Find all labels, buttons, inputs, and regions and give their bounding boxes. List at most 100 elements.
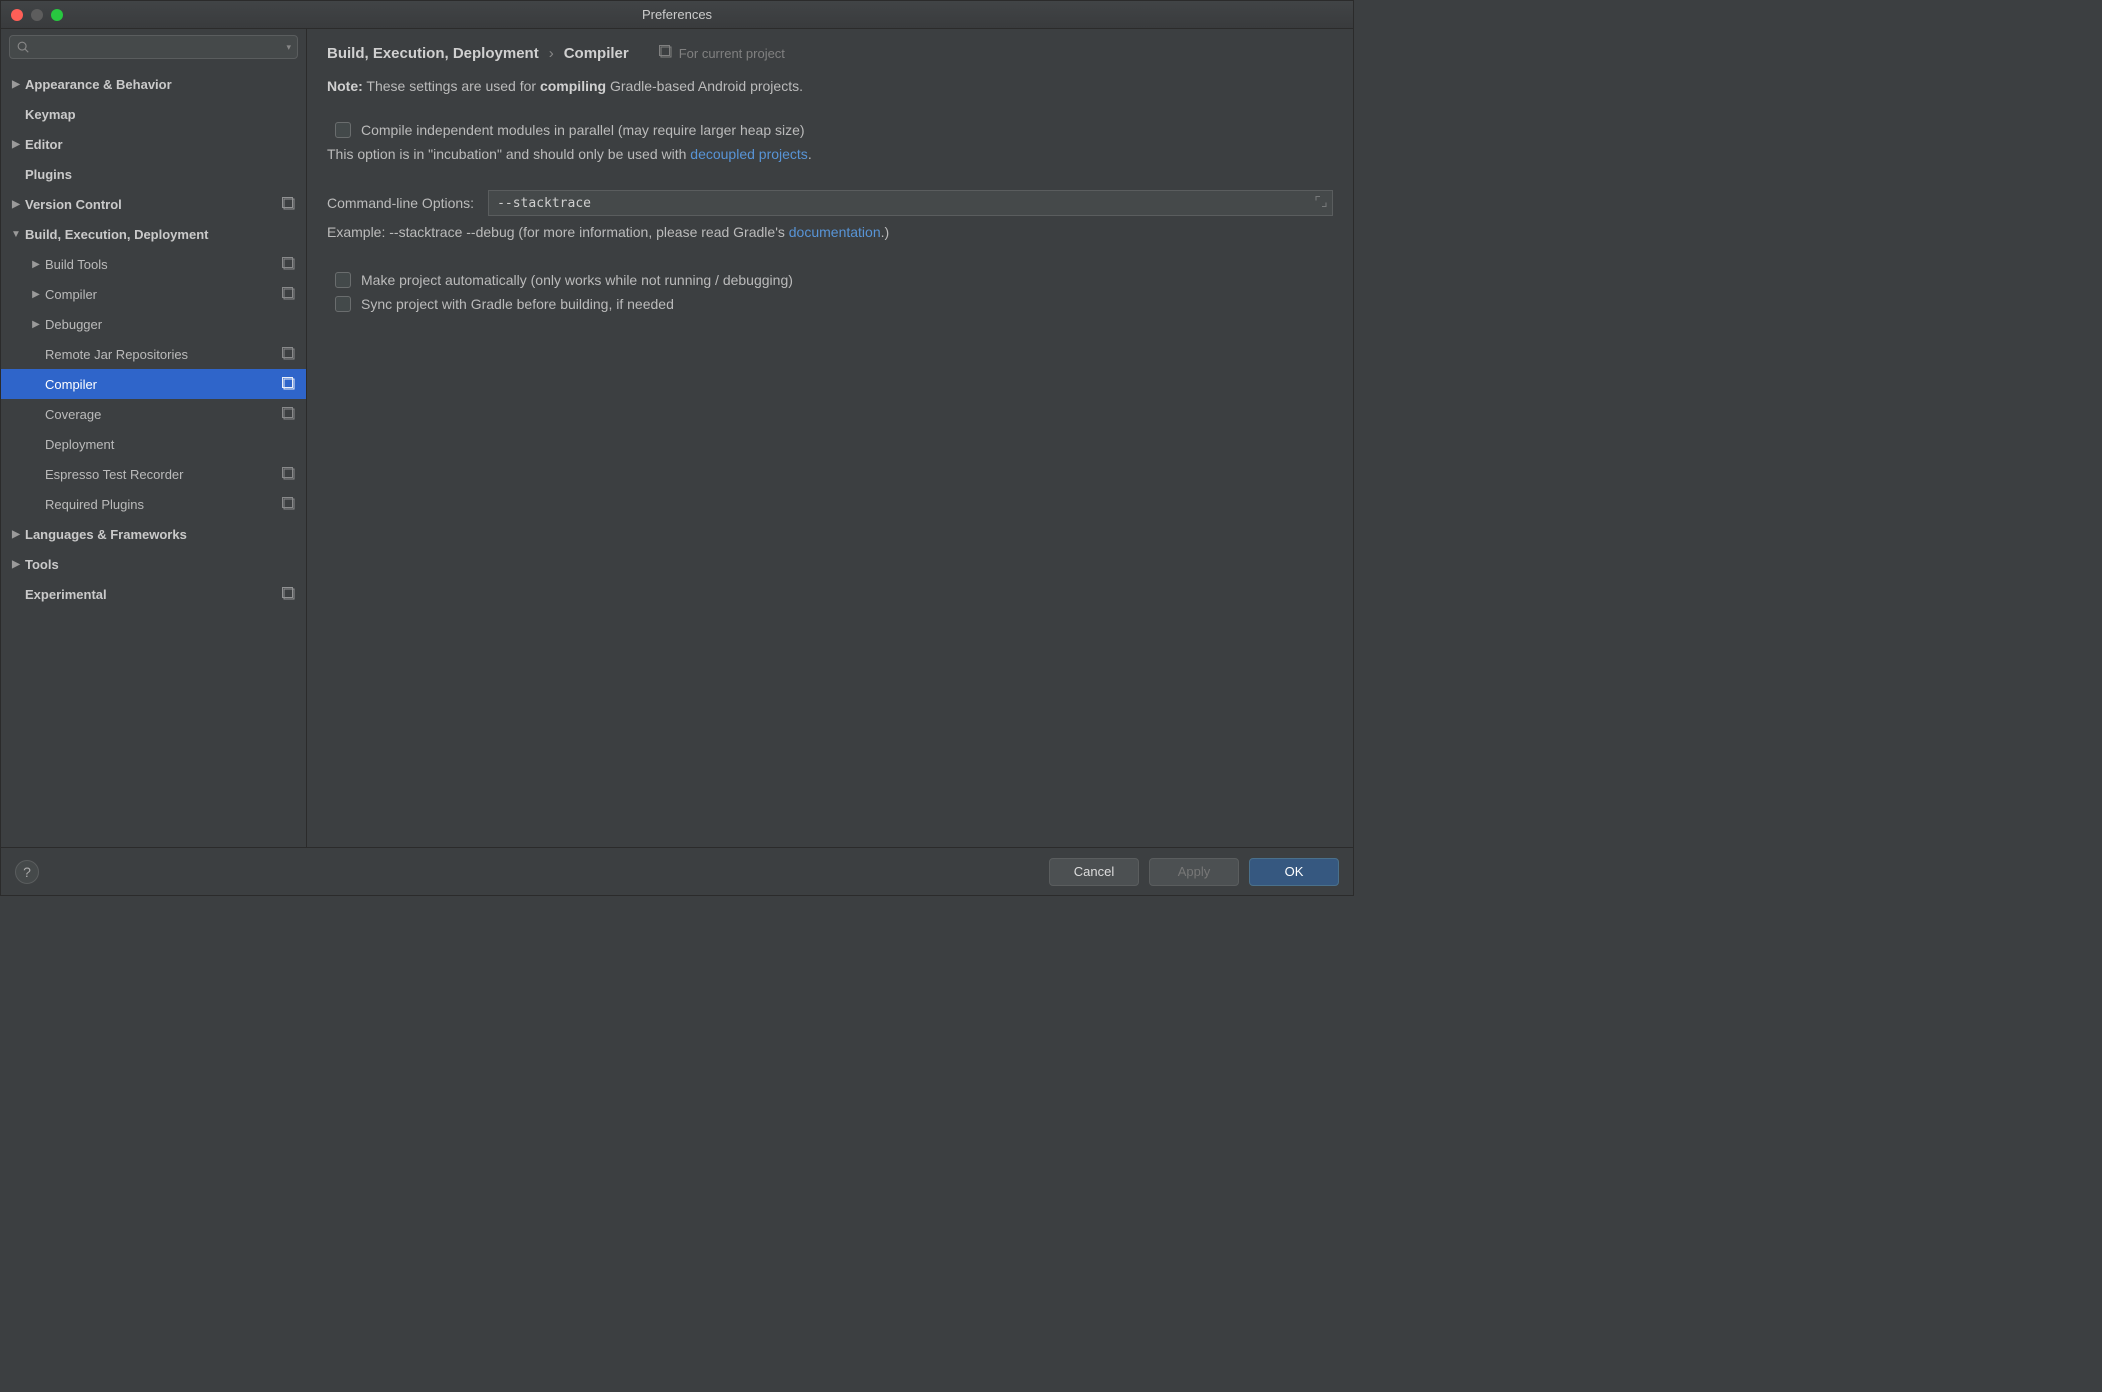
tree-arrow-icon: ▶ bbox=[7, 559, 25, 570]
sync-gradle-label: Sync project with Gradle before building… bbox=[361, 296, 674, 312]
breadcrumb: Build, Execution, Deployment › Compiler bbox=[327, 45, 629, 62]
project-scope-icon bbox=[282, 467, 296, 481]
make-auto-row[interactable]: Make project automatically (only works w… bbox=[327, 268, 1333, 292]
cancel-button[interactable]: Cancel bbox=[1049, 858, 1139, 886]
tree-item-label: Build Tools bbox=[45, 257, 282, 272]
tree-item-label: Compiler bbox=[45, 377, 282, 392]
note-label: Note: bbox=[327, 78, 363, 94]
apply-button[interactable]: Apply bbox=[1149, 858, 1239, 886]
tree-item-label: Plugins bbox=[25, 167, 296, 182]
tree-item-label: Experimental bbox=[25, 587, 282, 602]
tree-item[interactable]: Keymap bbox=[1, 99, 306, 129]
project-scope-icon bbox=[282, 287, 296, 301]
tree-item[interactable]: Experimental bbox=[1, 579, 306, 609]
tree-item[interactable]: ▶Debugger bbox=[1, 309, 306, 339]
parallel-compile-label: Compile independent modules in parallel … bbox=[361, 122, 805, 138]
breadcrumb-current: Compiler bbox=[564, 45, 629, 62]
main-panel: Build, Execution, Deployment › Compiler … bbox=[307, 29, 1353, 847]
minimize-window-button[interactable] bbox=[31, 9, 43, 21]
breadcrumb-parent: Build, Execution, Deployment bbox=[327, 45, 539, 62]
tree-item[interactable]: ▼Build, Execution, Deployment bbox=[1, 219, 306, 249]
tree-item-label: Tools bbox=[25, 557, 296, 572]
project-scope-icon bbox=[282, 587, 296, 601]
search-wrap: ▾ bbox=[1, 29, 306, 65]
tree-arrow-icon: ▶ bbox=[27, 259, 45, 270]
tree-item-label: Appearance & Behavior bbox=[25, 77, 296, 92]
window-body: ▾ ▶Appearance & BehaviorKeymap▶EditorPlu… bbox=[1, 29, 1353, 847]
breadcrumb-separator: › bbox=[549, 45, 554, 62]
sidebar: ▾ ▶Appearance & BehaviorKeymap▶EditorPlu… bbox=[1, 29, 307, 847]
cmd-options-input-wrap bbox=[488, 190, 1333, 216]
titlebar: Preferences bbox=[1, 1, 1353, 29]
close-window-button[interactable] bbox=[11, 9, 23, 21]
tree-item[interactable]: Coverage bbox=[1, 399, 306, 429]
incubation-note: This option is in "incubation" and shoul… bbox=[327, 142, 1333, 162]
cmd-options-row: Command-line Options: bbox=[327, 190, 1333, 216]
search-input[interactable] bbox=[34, 40, 282, 54]
help-button[interactable]: ? bbox=[15, 860, 39, 884]
tree-item[interactable]: ▶Languages & Frameworks bbox=[1, 519, 306, 549]
make-auto-label: Make project automatically (only works w… bbox=[361, 272, 793, 288]
tree-item-label: Compiler bbox=[45, 287, 282, 302]
documentation-link[interactable]: documentation bbox=[789, 224, 881, 240]
tree-item[interactable]: ▶Compiler bbox=[1, 279, 306, 309]
project-scope-icon bbox=[282, 497, 296, 511]
window-title: Preferences bbox=[1, 7, 1353, 22]
search-box[interactable]: ▾ bbox=[9, 35, 298, 59]
tree-item-label: Required Plugins bbox=[45, 497, 282, 512]
example-suffix: .) bbox=[881, 224, 890, 240]
tree-item-label: Debugger bbox=[45, 317, 296, 332]
tree-item[interactable]: ▶Tools bbox=[1, 549, 306, 579]
tree-item[interactable]: ▶Appearance & Behavior bbox=[1, 69, 306, 99]
tree-item-label: Build, Execution, Deployment bbox=[25, 227, 296, 242]
tree-item[interactable]: ▶Build Tools bbox=[1, 249, 306, 279]
tree-item-label: Deployment bbox=[45, 437, 296, 452]
project-scope-icon bbox=[282, 257, 296, 271]
tree-item[interactable]: ▶Version Control bbox=[1, 189, 306, 219]
parallel-compile-checkbox[interactable] bbox=[335, 122, 351, 138]
tree-item[interactable]: ▶Editor bbox=[1, 129, 306, 159]
tree-arrow-icon: ▶ bbox=[7, 79, 25, 90]
tree-arrow-icon: ▶ bbox=[7, 529, 25, 540]
tree-arrow-icon: ▼ bbox=[7, 229, 25, 240]
tree-item[interactable]: Required Plugins bbox=[1, 489, 306, 519]
tree-arrow-icon: ▶ bbox=[27, 319, 45, 330]
sync-gradle-row[interactable]: Sync project with Gradle before building… bbox=[327, 292, 1333, 316]
maximize-window-button[interactable] bbox=[51, 9, 63, 21]
decoupled-projects-link[interactable]: decoupled projects bbox=[690, 146, 808, 162]
tree-item-label: Remote Jar Repositories bbox=[45, 347, 282, 362]
tree-item-label: Keymap bbox=[25, 107, 296, 122]
tree-item[interactable]: Remote Jar Repositories bbox=[1, 339, 306, 369]
note-line: Note: These settings are used for compil… bbox=[327, 78, 1333, 94]
note-strong: compiling bbox=[540, 78, 606, 94]
tree-item[interactable]: Espresso Test Recorder bbox=[1, 459, 306, 489]
tree-item[interactable]: Plugins bbox=[1, 159, 306, 189]
window-controls bbox=[1, 9, 63, 21]
make-auto-checkbox[interactable] bbox=[335, 272, 351, 288]
incubation-suffix: . bbox=[808, 146, 812, 162]
tree-item-label: Languages & Frameworks bbox=[25, 527, 296, 542]
chevron-down-icon: ▾ bbox=[286, 42, 291, 53]
tree-item[interactable]: Deployment bbox=[1, 429, 306, 459]
footer: ? Cancel Apply OK bbox=[1, 847, 1353, 895]
project-scope-icon bbox=[282, 377, 296, 391]
incubation-prefix: This option is in "incubation" and shoul… bbox=[327, 146, 690, 162]
project-scope-icon bbox=[659, 45, 673, 62]
project-scope-icon bbox=[282, 407, 296, 421]
example-line: Example: --stacktrace --debug (for more … bbox=[327, 224, 1333, 240]
example-prefix: Example: --stacktrace --debug (for more … bbox=[327, 224, 789, 240]
note-text-prefix: These settings are used for bbox=[363, 78, 540, 94]
tree-item-label: Version Control bbox=[25, 197, 282, 212]
tree-item-label: Espresso Test Recorder bbox=[45, 467, 282, 482]
settings-tree[interactable]: ▶Appearance & BehaviorKeymap▶EditorPlugi… bbox=[1, 65, 306, 847]
search-icon bbox=[16, 40, 30, 54]
project-scope-icon bbox=[282, 197, 296, 211]
ok-button[interactable]: OK bbox=[1249, 858, 1339, 886]
cmd-options-label: Command-line Options: bbox=[327, 195, 474, 211]
cmd-options-input[interactable] bbox=[488, 190, 1333, 216]
parallel-compile-row[interactable]: Compile independent modules in parallel … bbox=[327, 118, 1333, 142]
sync-gradle-checkbox[interactable] bbox=[335, 296, 351, 312]
tree-item[interactable]: Compiler bbox=[1, 369, 306, 399]
tree-item-label: Editor bbox=[25, 137, 296, 152]
tree-item-label: Coverage bbox=[45, 407, 282, 422]
